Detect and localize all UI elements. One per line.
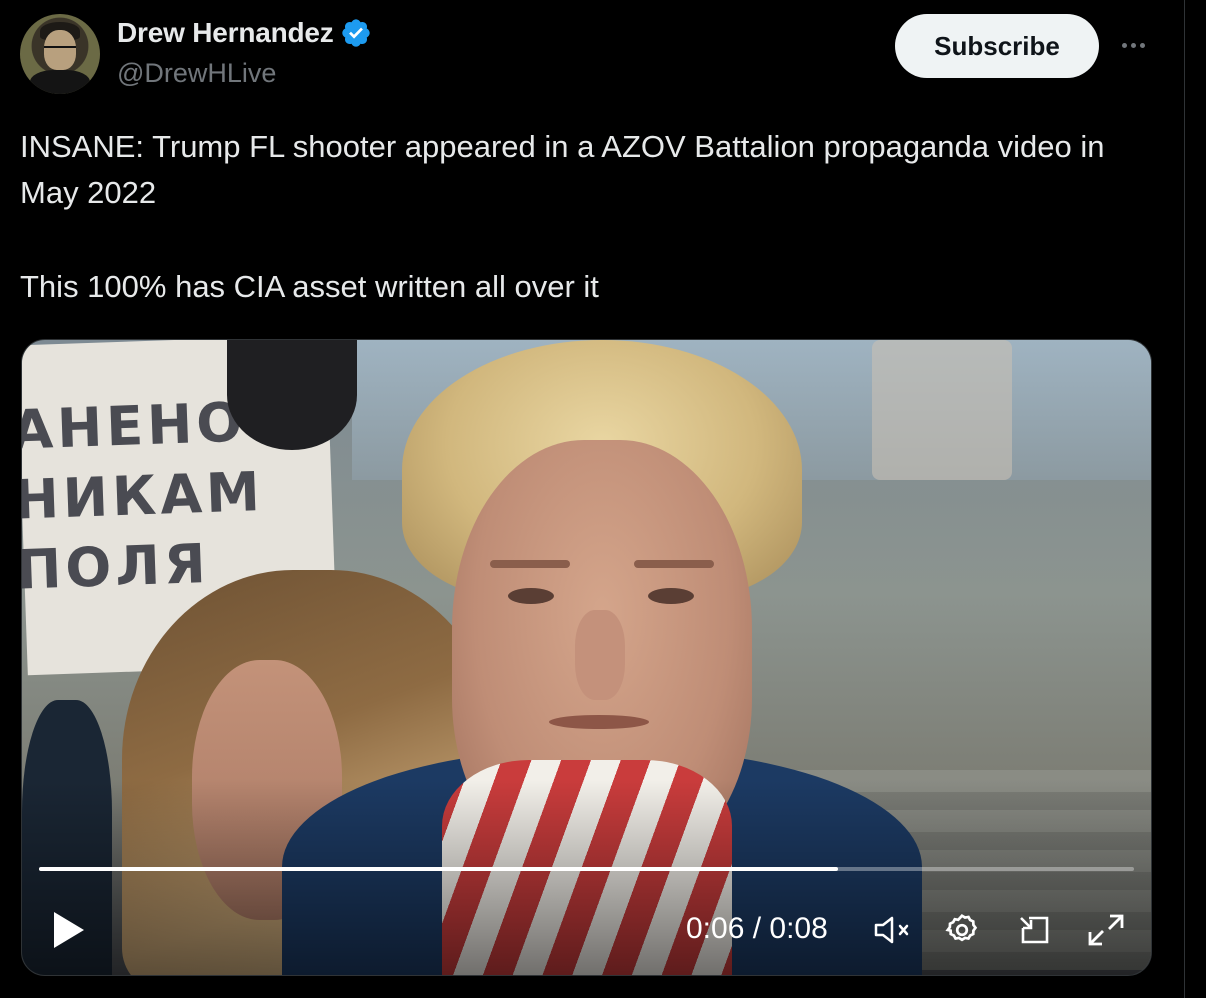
avatar[interactable] (20, 14, 100, 94)
mute-icon[interactable] (870, 910, 914, 950)
handle[interactable]: @DrewHLive (117, 58, 276, 89)
tweet-text-line: This 100% has CIA asset written all over… (20, 269, 599, 304)
sign-line: НИКАМ (21, 459, 265, 532)
column-divider (1184, 0, 1185, 998)
name-row: Drew Hernandez (117, 17, 372, 49)
time-display: 0:06 / 0:08 (686, 912, 828, 945)
subscribe-button[interactable]: Subscribe (895, 14, 1099, 78)
video-player[interactable]: АНЕНО НИКАМ ПОЛЯ 0:06 / 0:08 (21, 339, 1152, 976)
display-name[interactable]: Drew Hernandez (117, 17, 334, 49)
tweet-text-line: INSANE: Trump FL shooter appeared in a A… (20, 129, 1105, 210)
fullscreen-icon[interactable] (1084, 910, 1128, 950)
tweet-page: Drew Hernandez @DrewHLive Subscribe INSA… (0, 0, 1206, 998)
pip-icon[interactable] (1012, 910, 1056, 950)
more-icon[interactable] (1116, 30, 1150, 60)
progress-bar[interactable] (39, 867, 1134, 871)
progress-fill (39, 867, 839, 871)
verified-badge-icon[interactable] (340, 17, 372, 49)
play-icon[interactable] (48, 908, 88, 952)
tweet-text: INSANE: Trump FL shooter appeared in a A… (20, 124, 1150, 310)
settings-icon[interactable] (940, 910, 984, 950)
